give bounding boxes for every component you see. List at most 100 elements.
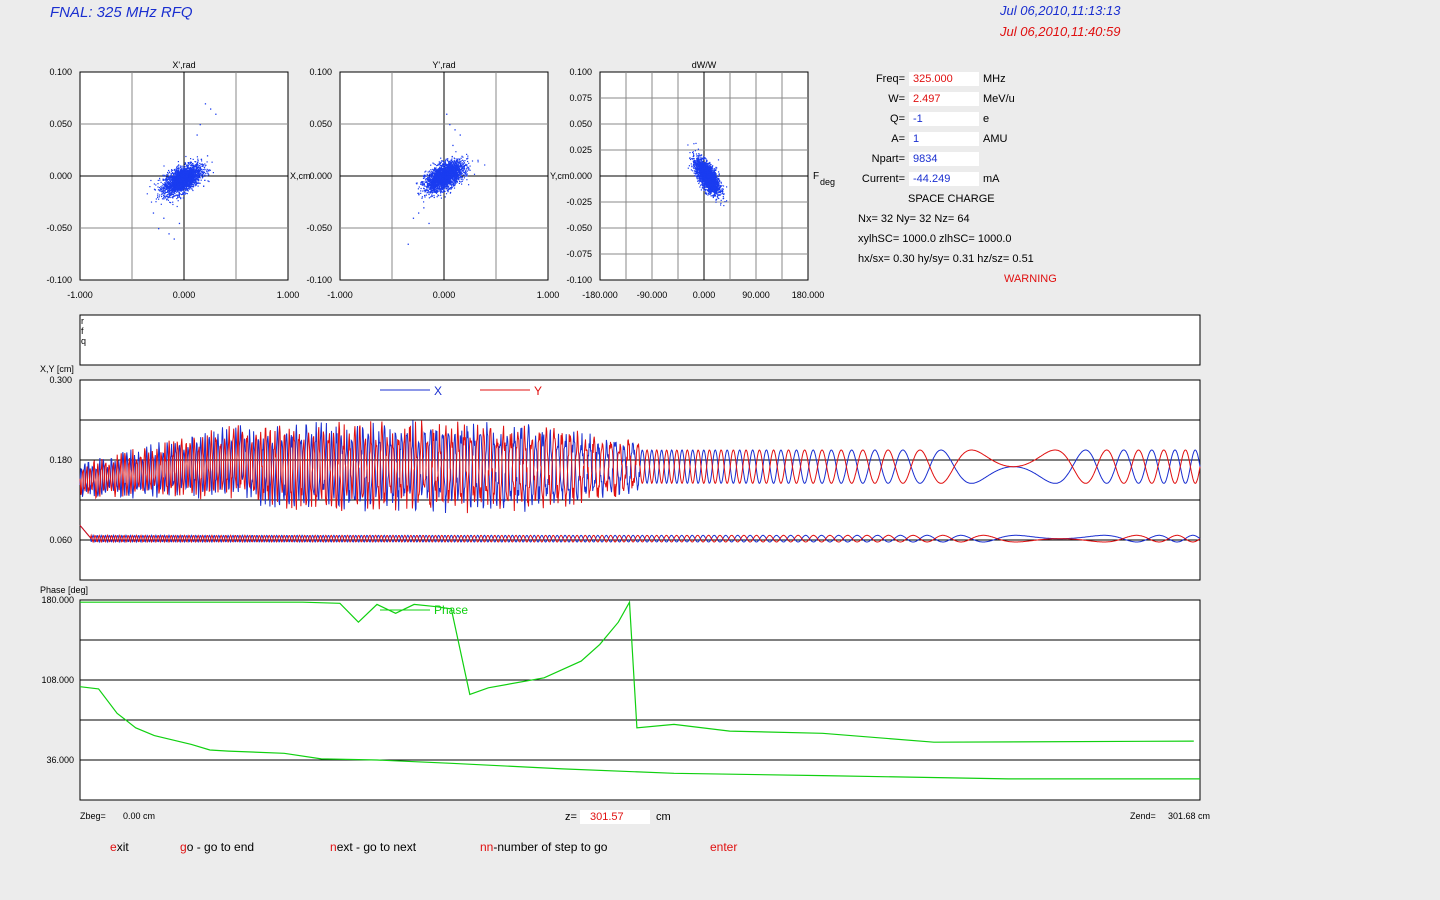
particle-point (426, 187, 428, 189)
particle-point (463, 168, 465, 170)
particle-point (426, 173, 428, 175)
particle-point (164, 196, 166, 198)
particle-point (424, 195, 426, 197)
phase-plot-y-tick: 0.000 (309, 171, 332, 181)
particle-point (184, 187, 186, 189)
particle-point (176, 177, 178, 180)
particle-point (177, 181, 179, 183)
particle-point (426, 181, 428, 183)
particle-point (439, 166, 441, 168)
particle-point (206, 175, 208, 177)
particle-point (458, 182, 460, 184)
particle-point (175, 174, 177, 176)
particle-point (182, 170, 184, 172)
particle-point (448, 187, 450, 189)
particle-point (161, 185, 163, 187)
particle-point (449, 161, 451, 163)
particle-point (178, 169, 180, 171)
particle-point (173, 176, 175, 178)
particle-point (446, 168, 448, 170)
particle-point (180, 188, 183, 190)
particle-point (199, 182, 201, 184)
particle-point (170, 173, 172, 175)
phase-plot-axis-label: Y,cm (550, 171, 569, 181)
particle-point (204, 169, 206, 171)
particle-point (445, 188, 447, 190)
particle-point (211, 161, 213, 163)
particle-point (195, 173, 197, 175)
particle-point (192, 169, 194, 171)
particle-point (433, 194, 435, 197)
particle-point (205, 164, 207, 166)
particle-point (193, 183, 195, 185)
particle-point (466, 170, 468, 172)
particle-point (445, 180, 447, 182)
particle-point (187, 167, 189, 169)
particle-point (196, 134, 198, 136)
phase-plot-y-tick: 0.100 (49, 67, 72, 77)
particle-point (468, 169, 470, 171)
particle-point (179, 175, 181, 178)
particle-point (181, 179, 183, 181)
particle-point (206, 170, 208, 172)
particle-point (149, 186, 151, 188)
particle-point (448, 167, 450, 169)
particle-point (428, 191, 430, 193)
particle-point (189, 179, 192, 181)
particle-point (461, 180, 463, 182)
particle-point (450, 160, 452, 162)
particle-point (193, 175, 195, 177)
particle-point (458, 177, 460, 179)
particle-point (443, 161, 445, 163)
particle-point (425, 194, 427, 196)
particle-point (460, 178, 462, 180)
particle-point (429, 182, 431, 184)
particle-point (454, 181, 456, 183)
particle-point (186, 176, 188, 178)
particle-point (178, 185, 180, 187)
particle-point (182, 186, 184, 188)
particle-point (185, 184, 187, 187)
particle-point (160, 181, 162, 183)
particle-point (152, 212, 155, 214)
particle-point (418, 192, 420, 194)
particle-point (438, 161, 440, 163)
particle-point (158, 198, 160, 200)
particle-point (444, 196, 446, 198)
particle-point (428, 197, 430, 199)
particle-point (452, 172, 454, 174)
particle-point (441, 182, 443, 184)
particle-point (422, 190, 424, 192)
particle-point (453, 187, 456, 189)
particle-point (166, 194, 168, 196)
particle-point (167, 191, 169, 193)
particle-point (463, 177, 465, 179)
particle-point (161, 194, 163, 196)
particle-point (184, 193, 186, 195)
particle-point (163, 179, 165, 181)
particle-point (193, 167, 195, 169)
particle-point (446, 186, 448, 188)
particle-point (440, 164, 442, 166)
particle-point (166, 186, 168, 188)
particle-point (179, 190, 181, 192)
particle-point (160, 188, 162, 191)
particle-point (437, 174, 440, 176)
particle-point (189, 168, 191, 170)
particle-point (427, 171, 429, 173)
particle-point (169, 175, 171, 177)
particle-point (458, 171, 460, 173)
particle-point (180, 169, 182, 171)
particle-point (185, 174, 187, 176)
particle-point (202, 169, 204, 171)
particle-point (416, 183, 418, 185)
particle-point (178, 171, 180, 173)
particle-point (196, 177, 198, 179)
particle-point (431, 195, 433, 197)
particle-point (441, 169, 443, 171)
phase-plot-y-tick: -0.100 (306, 275, 332, 285)
particle-point (201, 170, 203, 172)
particle-point (194, 171, 196, 173)
particle-point (442, 177, 444, 179)
particle-point (441, 183, 443, 186)
